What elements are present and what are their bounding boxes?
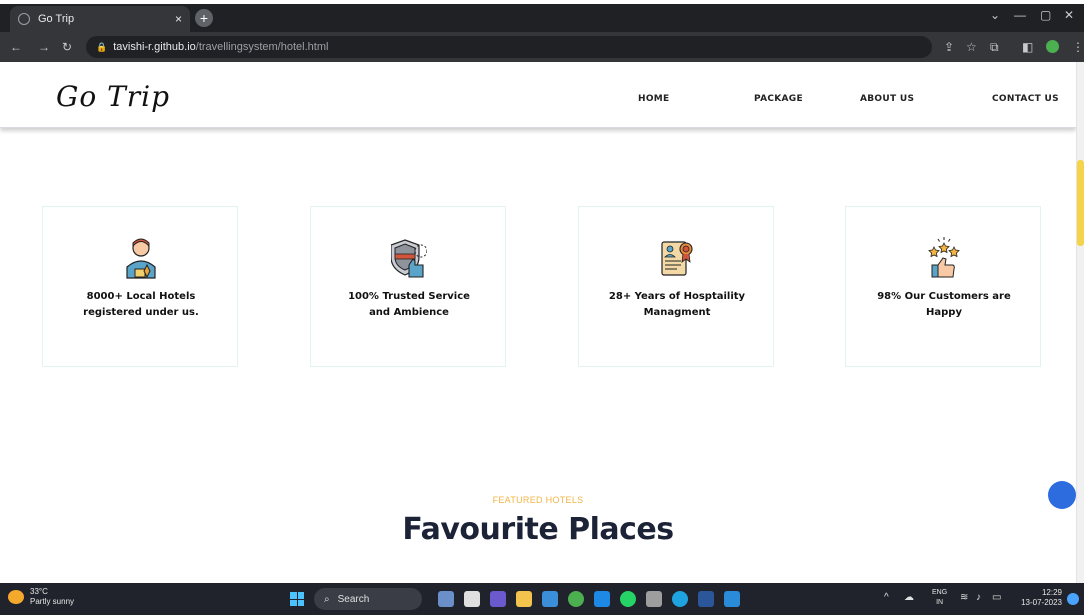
taskbar-store-icon[interactable] bbox=[542, 591, 558, 607]
tray-overflow-icon[interactable]: ^ bbox=[884, 592, 889, 603]
weather-desc: Partly sunny bbox=[30, 597, 75, 606]
feature-card-years: 28+ Years of Hosptaility Managment bbox=[578, 206, 774, 367]
feature-card-hotels: 8000+ Local Hotels registered under us. bbox=[42, 206, 238, 367]
onedrive-icon[interactable]: ☁ bbox=[904, 592, 914, 603]
nav-contact-us[interactable]: CONTACT US bbox=[992, 94, 1059, 104]
site-header: Go Trip HOME PACKAGE ABOUT US CONTACT US bbox=[0, 62, 1076, 128]
clock-date: 13-07-2023 bbox=[1021, 598, 1062, 607]
tab-search-icon[interactable]: ⌄ bbox=[990, 8, 1000, 22]
url-path: /travellingsystem/hotel.html bbox=[195, 41, 329, 53]
notification-icon[interactable] bbox=[1067, 593, 1079, 605]
menu-icon[interactable]: ⋮ bbox=[1072, 40, 1084, 54]
restore-icon[interactable]: ▢ bbox=[1040, 8, 1051, 22]
side-panel-icon[interactable]: ◧ bbox=[1022, 40, 1033, 54]
new-tab-button[interactable]: + bbox=[195, 9, 213, 27]
close-window-icon[interactable]: ✕ bbox=[1064, 8, 1074, 22]
screen: Go Trip × + ⌄ — ▢ ✕ ← → ↻ 🔒 tavishi-r.gi… bbox=[0, 0, 1084, 615]
feature-card-happy: 98% Our Customers are Happy bbox=[845, 206, 1041, 367]
taskbar-search[interactable]: ⌕ Search bbox=[314, 588, 422, 610]
nav-package[interactable]: PACKAGE bbox=[754, 94, 803, 104]
certificate-icon bbox=[661, 241, 693, 276]
profile-avatar[interactable] bbox=[1046, 40, 1059, 53]
browser-tab[interactable]: Go Trip × bbox=[10, 6, 190, 32]
start-icon[interactable] bbox=[290, 592, 304, 606]
globe-icon bbox=[18, 13, 30, 25]
share-icon[interactable]: ⇪ bbox=[944, 40, 954, 54]
url-host: tavishi-r.github.io bbox=[113, 41, 196, 53]
taskbar-chrome-icon[interactable] bbox=[568, 591, 584, 607]
chat-widget-button[interactable] bbox=[1048, 481, 1076, 509]
taskbar-word-icon[interactable] bbox=[698, 591, 714, 607]
tab-title: Go Trip bbox=[38, 13, 75, 25]
taskbar-whatsapp-icon[interactable] bbox=[620, 591, 636, 607]
close-tab-icon[interactable]: × bbox=[175, 12, 182, 26]
language-indicator[interactable]: ENG IN bbox=[932, 588, 947, 608]
reload-icon[interactable]: ↻ bbox=[62, 40, 72, 54]
taskbar-explorer-icon[interactable] bbox=[516, 591, 532, 607]
taskbar-widgets-icon[interactable] bbox=[438, 591, 454, 607]
taskbar-app-icon[interactable] bbox=[646, 591, 662, 607]
taskbar-edge-icon[interactable] bbox=[672, 591, 688, 607]
nav-home[interactable]: HOME bbox=[638, 94, 670, 104]
bookmark-star-icon[interactable]: ☆ bbox=[966, 40, 977, 54]
taskbar-mail-icon[interactable] bbox=[594, 591, 610, 607]
clock-time: 12:29 bbox=[1041, 588, 1062, 597]
browser-toolbar: ← → ↻ 🔒 tavishi-r.github.io /travellings… bbox=[0, 32, 1084, 62]
stars-thumb-icon bbox=[928, 237, 960, 278]
search-label: Search bbox=[337, 593, 370, 605]
tabbar-edge bbox=[0, 0, 1084, 4]
section-subtitle: FEATURED HOTELS bbox=[492, 495, 584, 505]
feature-text: 28+ Years of Hosptaility Managment bbox=[608, 291, 746, 318]
scrollbar-thumb[interactable] bbox=[1077, 160, 1084, 246]
weather-temp: 33°C bbox=[30, 587, 48, 596]
site-logo[interactable]: Go Trip bbox=[56, 80, 170, 113]
feature-text: 98% Our Customers are Happy bbox=[877, 291, 1011, 318]
lock-icon: 🔒 bbox=[96, 41, 108, 52]
shield-thumb-icon bbox=[391, 239, 427, 278]
taskbar-teams-icon[interactable] bbox=[490, 591, 506, 607]
address-bar[interactable]: 🔒 tavishi-r.github.io /travellingsystem/… bbox=[86, 36, 932, 58]
nav-about-us[interactable]: ABOUT US bbox=[860, 94, 914, 104]
volume-icon[interactable]: ♪ bbox=[976, 592, 981, 603]
extensions-icon[interactable]: ⧉ bbox=[990, 40, 999, 55]
taskbar-vscode-icon[interactable] bbox=[724, 591, 740, 607]
lang-region: IN bbox=[936, 599, 944, 606]
lang-code: ENG bbox=[932, 589, 948, 596]
taskbar-taskview-icon[interactable] bbox=[464, 591, 480, 607]
search-icon: ⌕ bbox=[324, 593, 330, 605]
forward-icon[interactable]: → bbox=[38, 40, 50, 54]
weather-widget[interactable]: 33°C Partly sunny bbox=[8, 587, 74, 607]
back-icon[interactable]: ← bbox=[10, 40, 22, 54]
page-scrollbar[interactable] bbox=[1076, 62, 1084, 583]
browser-tabbar: Go Trip × + ⌄ — ▢ ✕ bbox=[0, 0, 1084, 32]
system-clock[interactable]: 12:29 13-07-2023 bbox=[1010, 588, 1062, 608]
minimize-icon[interactable]: — bbox=[1014, 8, 1026, 22]
section-title: Favourite Places bbox=[402, 512, 674, 547]
wifi-icon[interactable]: ≋ bbox=[960, 592, 968, 603]
windows-taskbar: 33°C Partly sunny ⌕ Search ^ ☁ ENG IN ≋ … bbox=[0, 583, 1084, 615]
weather-sun-icon bbox=[8, 590, 24, 604]
feature-text: 8000+ Local Hotels registered under us. bbox=[83, 291, 199, 318]
battery-icon[interactable]: ▭ bbox=[992, 592, 1001, 603]
feature-card-trusted: 100% Trusted Service and Ambience bbox=[310, 206, 506, 367]
feature-text: 100% Trusted Service and Ambience bbox=[348, 291, 470, 318]
hotel-staff-icon bbox=[126, 238, 156, 279]
